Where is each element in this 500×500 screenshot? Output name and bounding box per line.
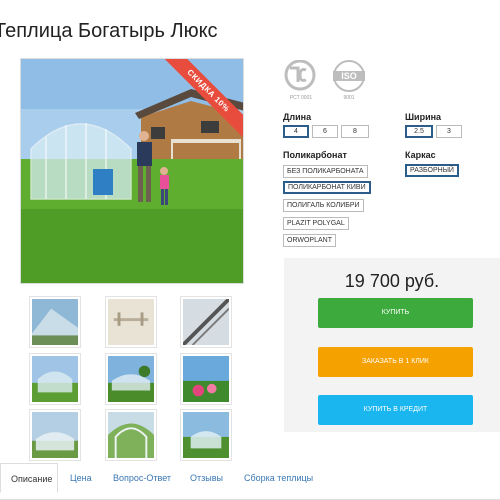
iso-caption: 9001 [343, 95, 355, 101]
width-label: Ширина [405, 112, 442, 122]
frame-option-collapsible[interactable]: РАЗБОРНЫЙ [405, 164, 459, 177]
thumbnail-image [183, 356, 229, 402]
polycarbonate-label: Поликарбонат [283, 150, 347, 160]
tab-description[interactable]: Описание [0, 463, 58, 493]
thumbnail-image [32, 299, 78, 345]
iso-certificate-logo: ISO [330, 60, 368, 94]
buy-on-credit-button[interactable]: КУПИТЬ В КРЕДИТ [318, 395, 473, 425]
tab-reviews[interactable]: Отзывы [190, 473, 223, 483]
polycarbonate-option-orwoplant[interactable]: ORWOPLANT [283, 234, 336, 247]
gallery-thumbnail[interactable] [105, 353, 157, 405]
frame-label: Каркас [405, 150, 436, 160]
polycarbonate-option-plazit[interactable]: PLAZIT POLYGAL [283, 217, 349, 230]
thumbnail-image [183, 299, 229, 345]
length-option-6[interactable]: 6 [312, 125, 338, 138]
price: 19 700 руб. [344, 271, 440, 291]
product-tabs: Описание Цена Вопрос-Ответ Отзывы Сборка… [0, 463, 500, 500]
polycarbonate-option-kivi[interactable]: ПОЛИКАРБОНАТ КИВИ [283, 181, 371, 194]
rst-caption: РСТ 0001 [289, 95, 313, 101]
gallery-thumbnail[interactable] [105, 296, 157, 348]
length-label: Длина [283, 112, 312, 122]
gallery-thumbnail[interactable] [29, 409, 81, 461]
main-product-photo[interactable]: СКИДКА 10% [20, 58, 244, 284]
polycarbonate-option-none[interactable]: БЕЗ ПОЛИКАРБОНАТА [283, 165, 368, 178]
gallery-thumbnail[interactable] [180, 409, 232, 461]
thumbnail-image [32, 356, 78, 402]
width-option-3[interactable]: 3 [436, 125, 462, 138]
buy-button[interactable]: КУПИТЬ [318, 298, 473, 328]
tab-questions[interactable]: Вопрос-Ответ [113, 473, 171, 483]
rst-certificate-logo [282, 59, 322, 94]
thumbnail-image [108, 412, 154, 458]
length-option-4[interactable]: 4 [283, 125, 309, 138]
thumbnail-image [32, 412, 78, 458]
iso-text: ISO [341, 71, 357, 81]
gallery-thumbnail[interactable] [180, 296, 232, 348]
polycarbonate-option-kolibri[interactable]: ПОЛИГАЛЬ КОЛИБРИ [283, 199, 364, 212]
page-title: Теплица Богатырь Люкс [0, 20, 218, 42]
gallery-thumbnail[interactable] [29, 296, 81, 348]
thumbnail-image [108, 356, 154, 402]
thumbnail-image [108, 299, 154, 345]
one-click-order-button[interactable]: ЗАКАЗАТЬ В 1 КЛИК [318, 347, 473, 377]
gallery-thumbnail[interactable] [105, 409, 157, 461]
length-option-8[interactable]: 8 [341, 125, 369, 138]
tab-price[interactable]: Цена [70, 473, 92, 483]
thumbnail-image [183, 412, 229, 458]
gallery-thumbnail[interactable] [29, 353, 81, 405]
gallery-thumbnail[interactable] [180, 353, 232, 405]
purchase-panel: 19 700 руб. КУПИТЬ ЗАКАЗАТЬ В 1 КЛИК КУП… [284, 258, 500, 432]
tab-assembly[interactable]: Сборка теплицы [244, 473, 313, 483]
width-option-2-5[interactable]: 2.5 [405, 125, 433, 138]
